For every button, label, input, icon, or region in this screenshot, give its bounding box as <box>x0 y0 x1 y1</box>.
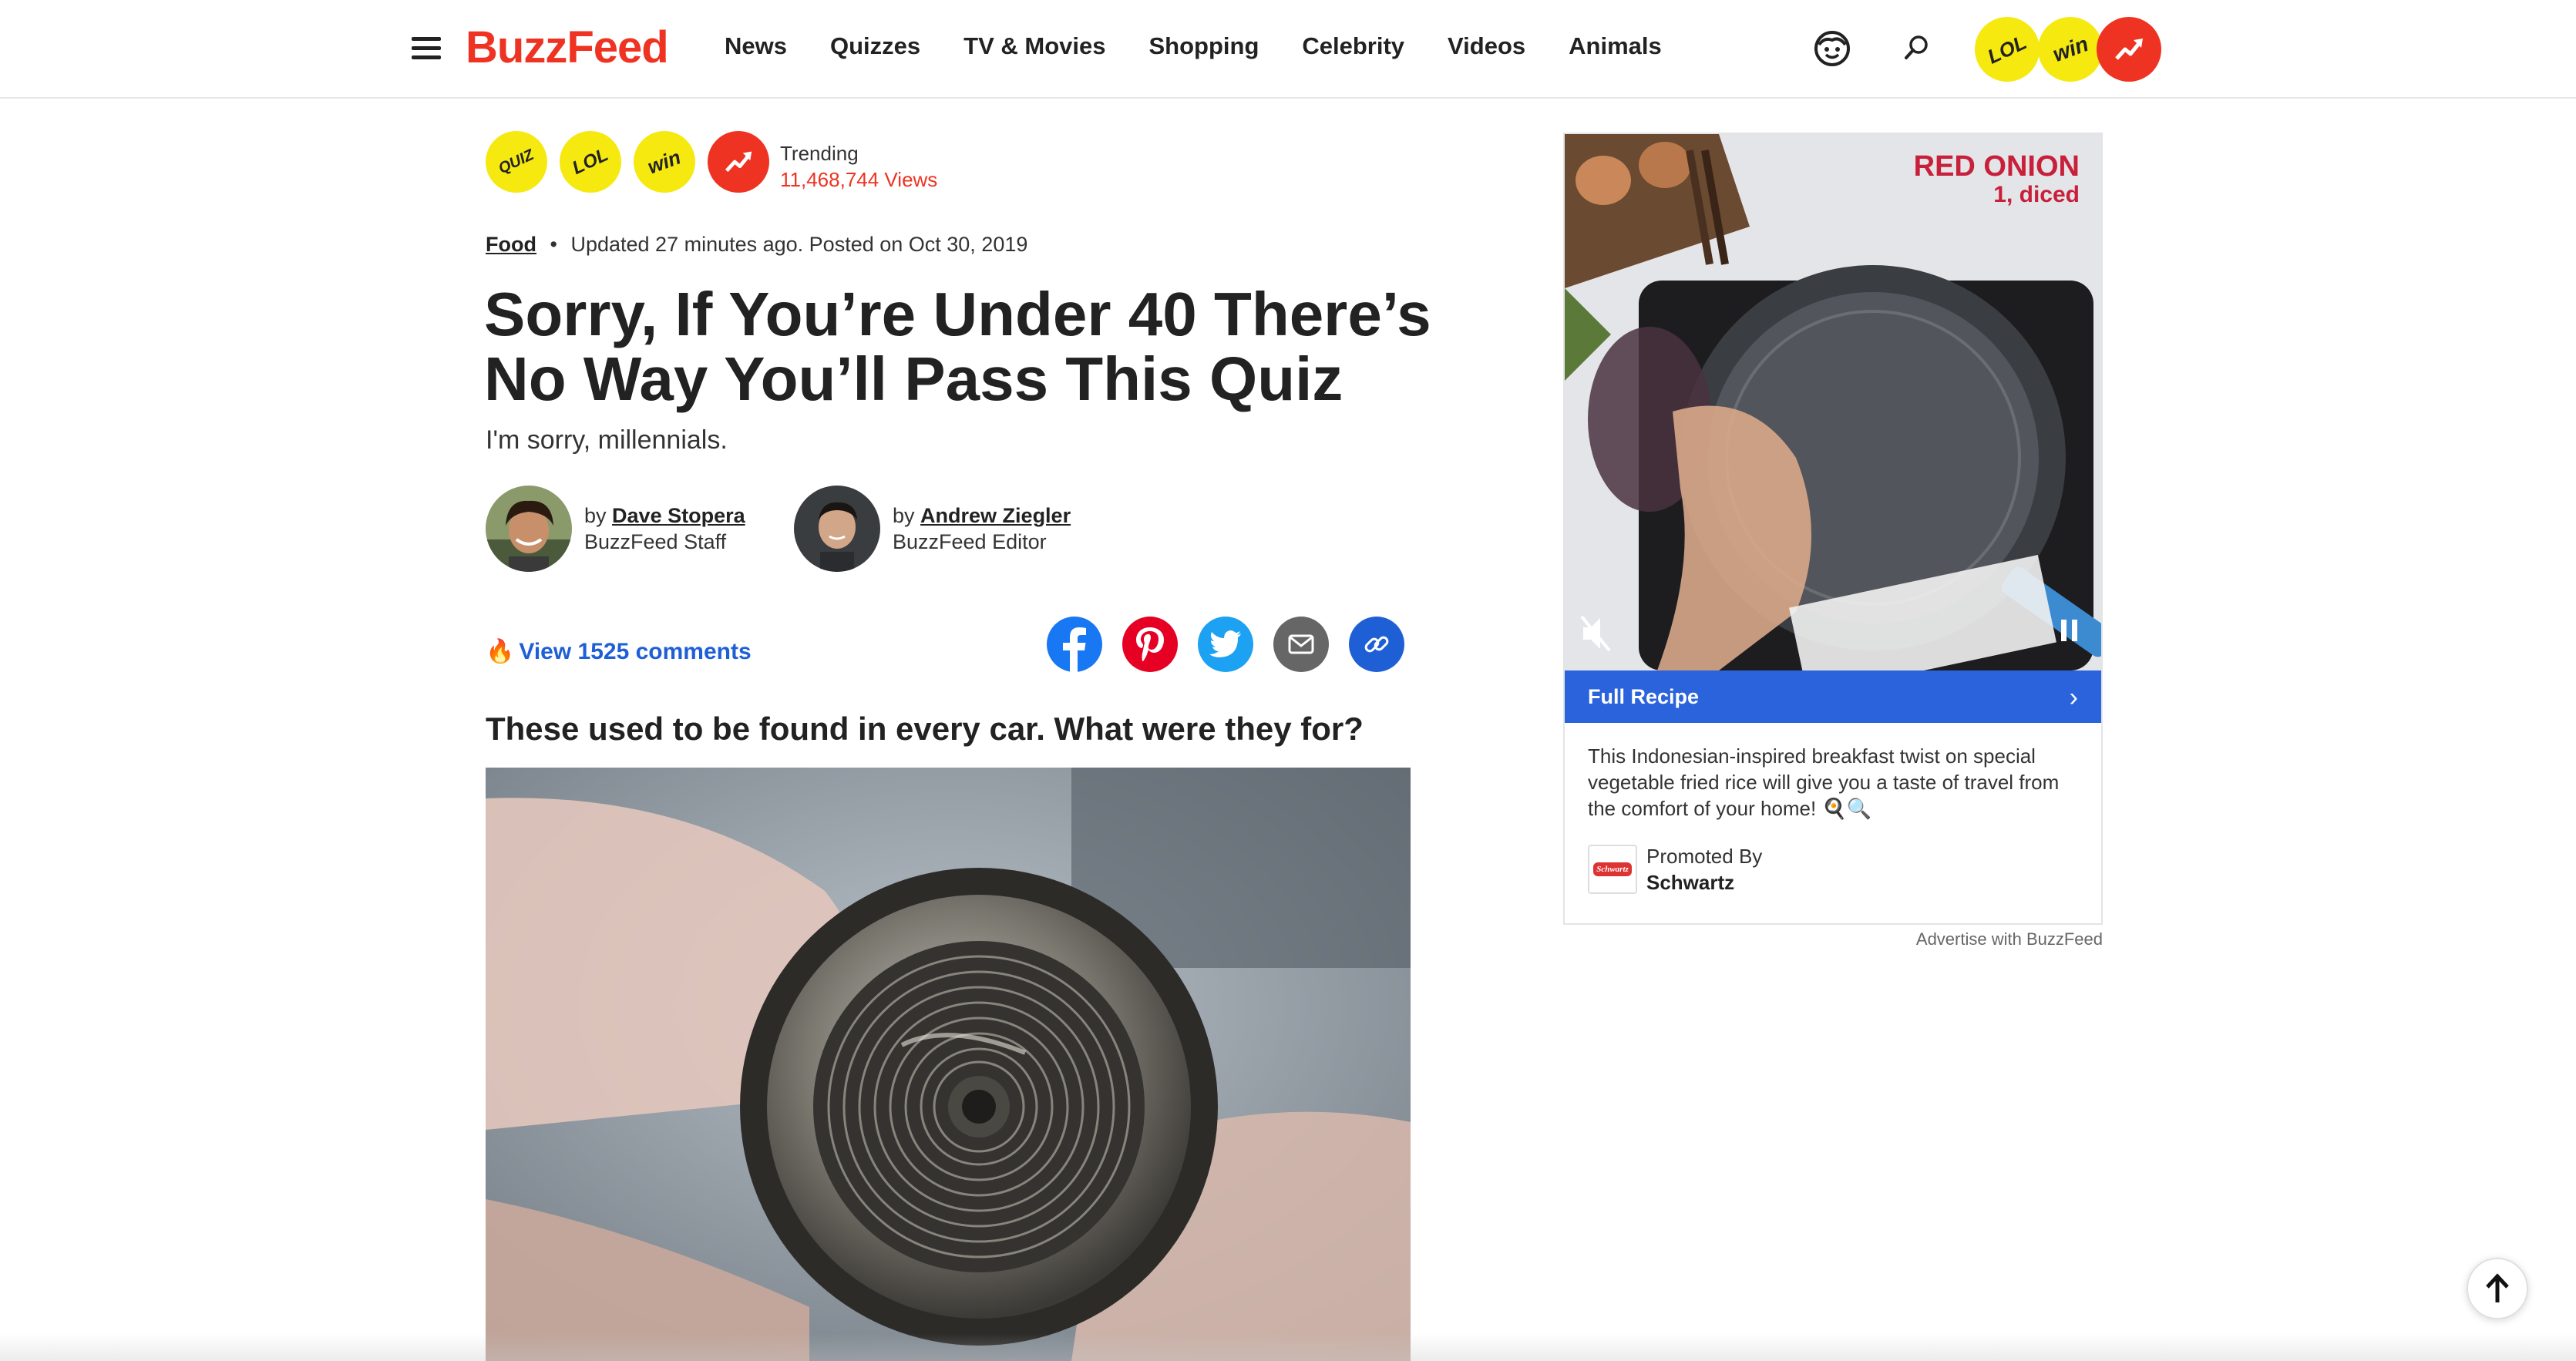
lol-badge-label: LOL <box>569 144 612 179</box>
arrow-up-icon <box>2486 1273 2509 1302</box>
menu-icon[interactable] <box>412 37 441 60</box>
ad-unit: RED ONION 1, diced Full Recipe › This In… <box>1563 133 2103 925</box>
copy-link-button[interactable] <box>1349 617 1404 672</box>
article-meta: Food • Updated 27 minutes ago. Posted on… <box>486 233 1027 257</box>
timestamp: Updated 27 minutes ago. Posted on Oct 30… <box>570 233 1028 256</box>
trending-label: Trending <box>780 142 859 165</box>
category-link[interactable]: Food <box>486 233 536 256</box>
avatar[interactable] <box>794 486 880 572</box>
author-role: BuzzFeed Staff <box>584 530 727 553</box>
nav-quizzes[interactable]: Quizzes <box>830 32 920 60</box>
nav-celebrity[interactable]: Celebrity <box>1302 32 1404 60</box>
trending-arrow-icon <box>2115 39 2143 60</box>
win-badge-label: win <box>2049 31 2092 67</box>
email-icon <box>1288 634 1314 654</box>
pinterest-share-button[interactable] <box>1122 617 1178 672</box>
trending-badge[interactable] <box>2097 17 2161 82</box>
ad-video[interactable]: RED ONION 1, diced <box>1565 134 2101 670</box>
advertise-link[interactable]: Advertise with BuzzFeed <box>1563 929 2103 949</box>
win-badge[interactable]: win <box>634 131 695 193</box>
author-info: by Andrew Ziegler BuzzFeed Editor <box>893 502 1071 555</box>
comments-label: View 1525 comments <box>519 639 752 664</box>
fire-icon: 🔥 <box>486 639 515 664</box>
author-role: BuzzFeed Editor <box>893 530 1047 553</box>
main-nav: News Quizzes TV & Movies Shopping Celebr… <box>725 32 1705 60</box>
author-name-link[interactable]: Andrew Ziegler <box>920 504 1071 527</box>
svg-text:1, diced: 1, diced <box>1993 182 2080 207</box>
svg-text:RED ONION: RED ONION <box>1914 150 2080 183</box>
full-recipe-button[interactable]: Full Recipe › <box>1565 670 2101 723</box>
avatar[interactable] <box>486 486 572 572</box>
promo-text: Promoted By Schwartz <box>1646 843 1762 896</box>
author-info: by Dave Stopera BuzzFeed Staff <box>584 502 745 555</box>
lol-badge-label: LOL <box>1983 29 2030 69</box>
author-name-link[interactable]: Dave Stopera <box>612 504 745 527</box>
ad-sponsor: Schwartz Promoted By Schwartz <box>1588 843 1762 896</box>
lol-badge[interactable]: LOL <box>560 131 621 193</box>
author-byline-2: by Andrew Ziegler BuzzFeed Editor <box>794 486 1071 572</box>
article-dek: I'm sorry, millennials. <box>486 425 728 455</box>
buzzfeed-logo[interactable]: BuzzFeed <box>466 22 669 73</box>
meta-separator: • <box>550 233 557 256</box>
link-icon <box>1364 636 1389 653</box>
pinterest-icon <box>1136 627 1164 661</box>
quiz-badge-label: QUIZ <box>496 146 537 177</box>
win-badge-label: win <box>644 145 684 179</box>
promoted-by-label: Promoted By <box>1646 845 1763 868</box>
nav-animals[interactable]: Animals <box>1569 32 1662 60</box>
facebook-share-button[interactable] <box>1047 617 1102 672</box>
question-title: These used to be found in every car. Wha… <box>486 711 1364 747</box>
lol-badge[interactable]: LOL <box>1975 17 2040 82</box>
by-label: by <box>584 504 607 527</box>
ad-description: This Indonesian-inspired breakfast twist… <box>1588 744 2060 820</box>
site-header: BuzzFeed News Quizzes TV & Movies Shoppi… <box>0 0 2576 99</box>
trending-arrow-icon <box>725 151 752 173</box>
by-label: by <box>893 504 915 527</box>
trending-badge[interactable] <box>708 131 769 193</box>
facebook-icon <box>1063 627 1086 672</box>
scroll-to-top-button[interactable] <box>2467 1258 2528 1319</box>
sponsor-logo-text: Schwartz <box>1593 862 1632 876</box>
twitter-icon <box>1209 630 1241 657</box>
question-image <box>486 768 1411 1361</box>
chevron-right-icon: › <box>2069 683 2078 712</box>
view-comments-link[interactable]: 🔥 View 1525 comments <box>486 638 752 665</box>
user-face-icon[interactable] <box>1813 29 1851 68</box>
search-icon[interactable] <box>1896 29 1935 68</box>
twitter-share-button[interactable] <box>1198 617 1253 672</box>
sponsor-logo[interactable]: Schwartz <box>1588 845 1637 894</box>
nav-news[interactable]: News <box>725 32 787 60</box>
trending-views: 11,468,744 Views <box>780 168 938 191</box>
page-title: Sorry, If You’re Under 40 There’s No Way… <box>484 280 1431 413</box>
quiz-badge[interactable]: QUIZ <box>486 131 547 193</box>
author-byline-1: by Dave Stopera BuzzFeed Staff <box>486 486 745 572</box>
full-recipe-label: Full Recipe <box>1588 684 1700 708</box>
email-share-button[interactable] <box>1273 617 1329 672</box>
nav-videos[interactable]: Videos <box>1448 32 1525 60</box>
nav-shopping[interactable]: Shopping <box>1148 32 1259 60</box>
nav-tv-movies[interactable]: TV & Movies <box>963 32 1105 60</box>
sponsor-name[interactable]: Schwartz <box>1646 871 1734 894</box>
win-badge[interactable]: win <box>2038 17 2103 82</box>
